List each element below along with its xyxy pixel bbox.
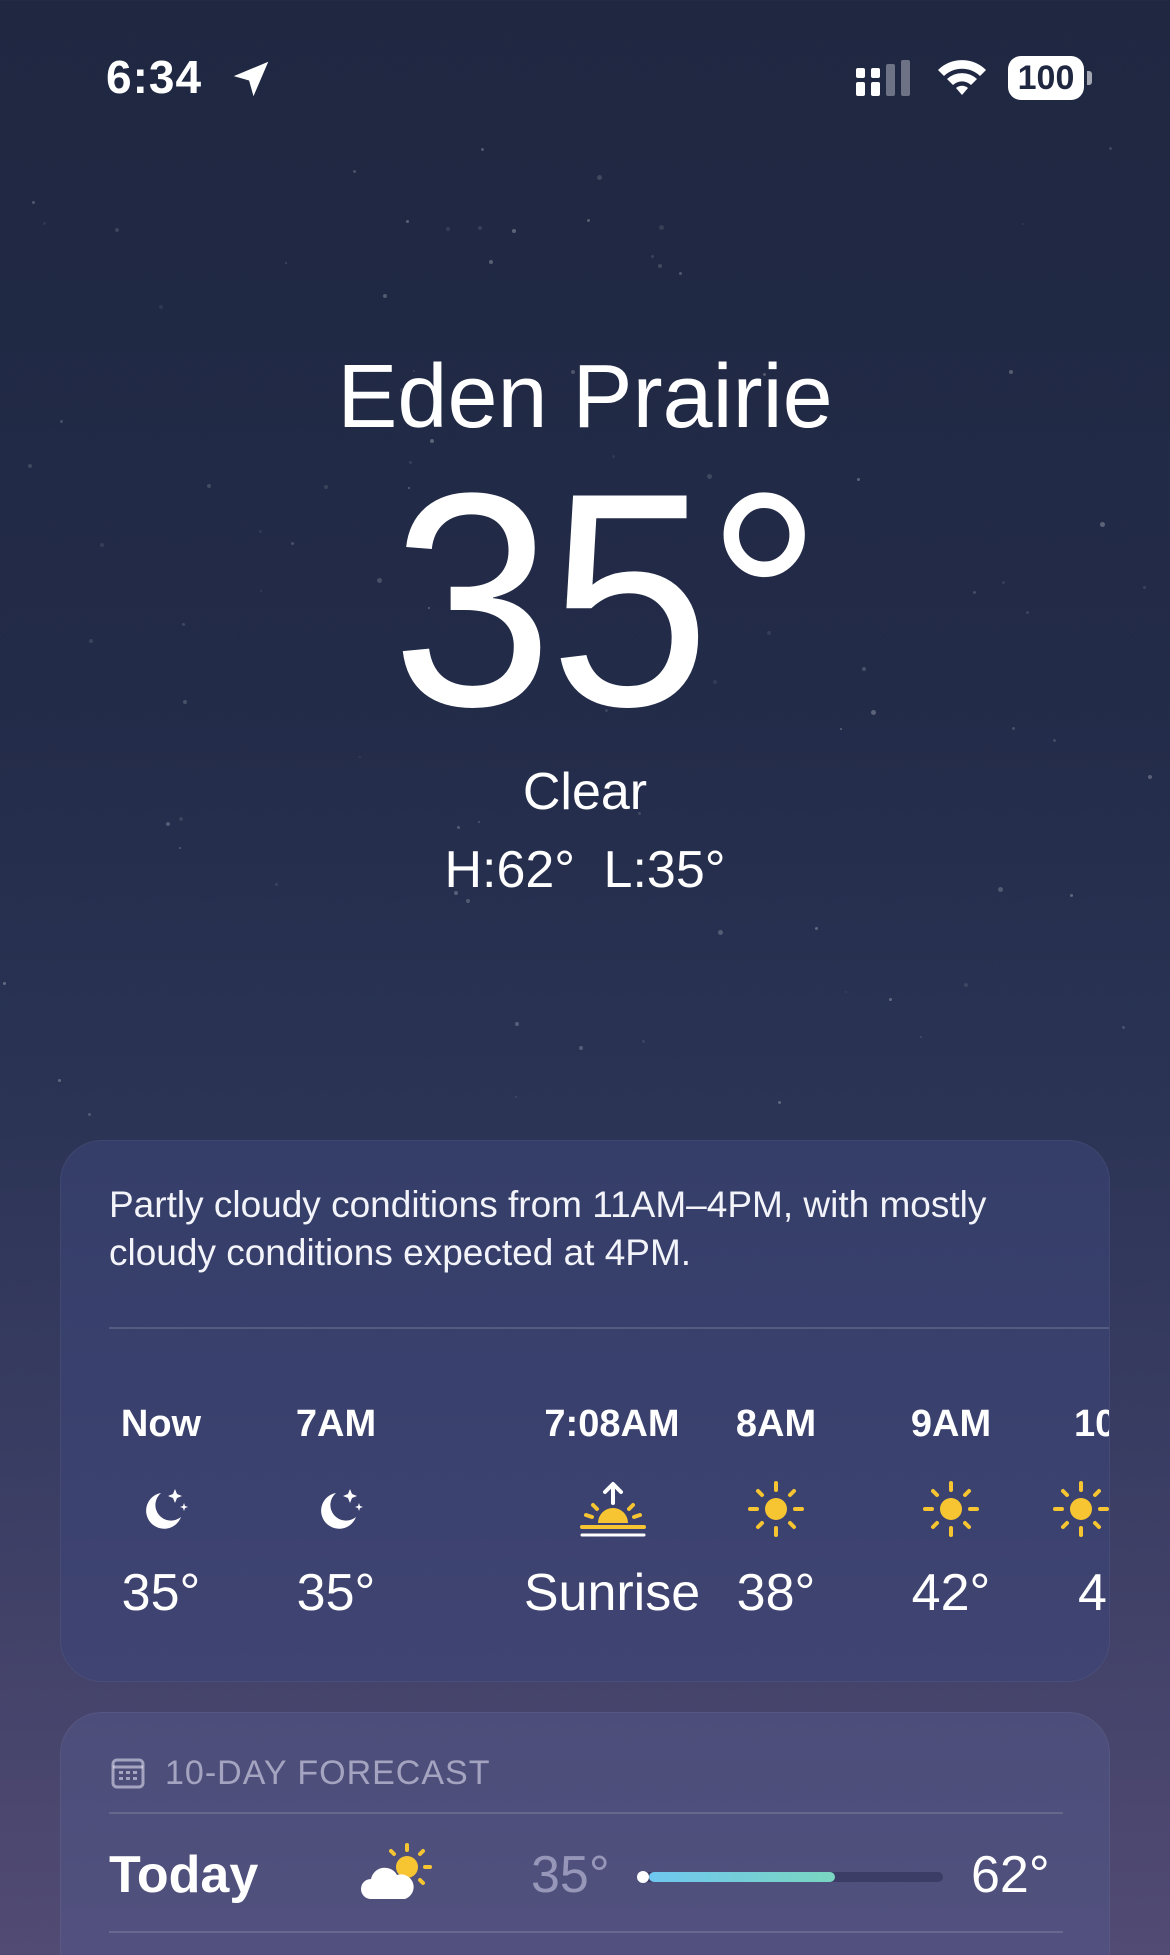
moon-stars-icon	[146, 1489, 188, 1529]
divider	[109, 1812, 1063, 1814]
hour-item: 8AM 38°	[676, 1401, 876, 1622]
status-time: 6:34	[106, 51, 203, 103]
ten-day-forecast-card[interactable]: 10-DAY FORECAST Today 35° 62°	[60, 1712, 1110, 1955]
hour-temp: 35°	[121, 1564, 201, 1622]
hour-temp: 38°	[736, 1564, 816, 1622]
day-name: Today	[109, 1846, 259, 1904]
star	[889, 998, 892, 1001]
cellular-signal-icon	[856, 60, 910, 96]
moon-stars-icon	[321, 1489, 363, 1529]
star	[115, 228, 119, 232]
hour-temp: 4	[1078, 1564, 1107, 1622]
star	[1022, 223, 1024, 225]
star	[478, 226, 482, 230]
star	[778, 1101, 781, 1104]
star	[815, 927, 818, 930]
battery-cap	[1087, 71, 1092, 85]
star	[353, 170, 356, 173]
hourly-scroller[interactable]: Now 35° 7AM 35° 7:08AM Sunrise 8AM 38° 9…	[61, 1141, 1109, 1681]
location-arrow-icon	[233, 61, 269, 97]
calendar-icon	[111, 1758, 145, 1789]
divider	[109, 1931, 1063, 1933]
hour-time: 8AM	[735, 1403, 817, 1445]
star	[718, 930, 723, 935]
star	[159, 305, 163, 309]
hour-item-clipped: 10 4	[1051, 1401, 1109, 1622]
current-temp-dot	[637, 1871, 649, 1883]
star	[658, 264, 662, 268]
star	[515, 1022, 519, 1026]
star	[920, 1036, 922, 1038]
hour-time: Now	[120, 1403, 202, 1445]
star	[579, 1046, 583, 1050]
star	[3, 982, 6, 985]
hour-item: 9AM 42°	[851, 1401, 1051, 1622]
current-condition: Clear	[522, 763, 648, 821]
star	[515, 1096, 517, 1098]
sun-icon	[1053, 1481, 1109, 1537]
star	[679, 272, 682, 275]
current-temperature-wrap: 35°	[0, 442, 1170, 757]
star	[964, 983, 968, 987]
hourly-forecast-card[interactable]: Partly cloudy conditions from 11AM–4PM, …	[60, 1140, 1110, 1682]
star	[88, 1113, 91, 1116]
battery-level: 100	[1008, 56, 1084, 100]
star	[58, 1079, 61, 1082]
battery-icon: 100	[1008, 56, 1092, 100]
star	[651, 255, 654, 258]
star	[597, 175, 602, 180]
star	[166, 822, 170, 826]
star	[512, 229, 516, 233]
hour-time: 9AM	[910, 1403, 992, 1445]
day-low-temp: 35°	[531, 1846, 610, 1904]
temperature-range-bar	[637, 1871, 943, 1883]
temperature-range-fill	[649, 1872, 835, 1882]
star	[1122, 1026, 1125, 1029]
star	[845, 991, 847, 993]
forecast-day-row[interactable]: Today 35° 62°	[61, 1821, 1111, 1933]
star	[642, 1040, 645, 1043]
star	[457, 826, 460, 829]
star	[285, 262, 287, 264]
star	[32, 201, 35, 204]
forecast-title: 10-DAY FORECAST	[165, 1754, 491, 1792]
wifi-icon	[938, 60, 986, 95]
star	[446, 227, 450, 231]
sun-icon	[923, 1481, 979, 1537]
hour-item: 7AM 35°	[236, 1401, 436, 1622]
sun-icon	[748, 1481, 804, 1537]
day-high-temp: 62°	[971, 1846, 1050, 1904]
hour-time: 7AM	[295, 1403, 377, 1445]
star	[383, 294, 387, 298]
star	[489, 260, 493, 264]
star	[406, 220, 409, 223]
sunrise-icon	[580, 1482, 646, 1537]
star	[659, 225, 664, 230]
current-temperature: 35°	[391, 429, 823, 771]
star	[43, 222, 46, 225]
hour-temp: 42°	[911, 1564, 991, 1622]
star	[587, 219, 590, 222]
status-bar: 6:34 100	[0, 0, 1170, 160]
hour-temp: 35°	[296, 1564, 376, 1622]
partly-cloudy-day-icon	[361, 1843, 432, 1899]
hour-time: 10	[1074, 1403, 1109, 1445]
hour-item: Now 35°	[61, 1401, 261, 1622]
high-low: H:62° L:35°	[444, 841, 726, 899]
